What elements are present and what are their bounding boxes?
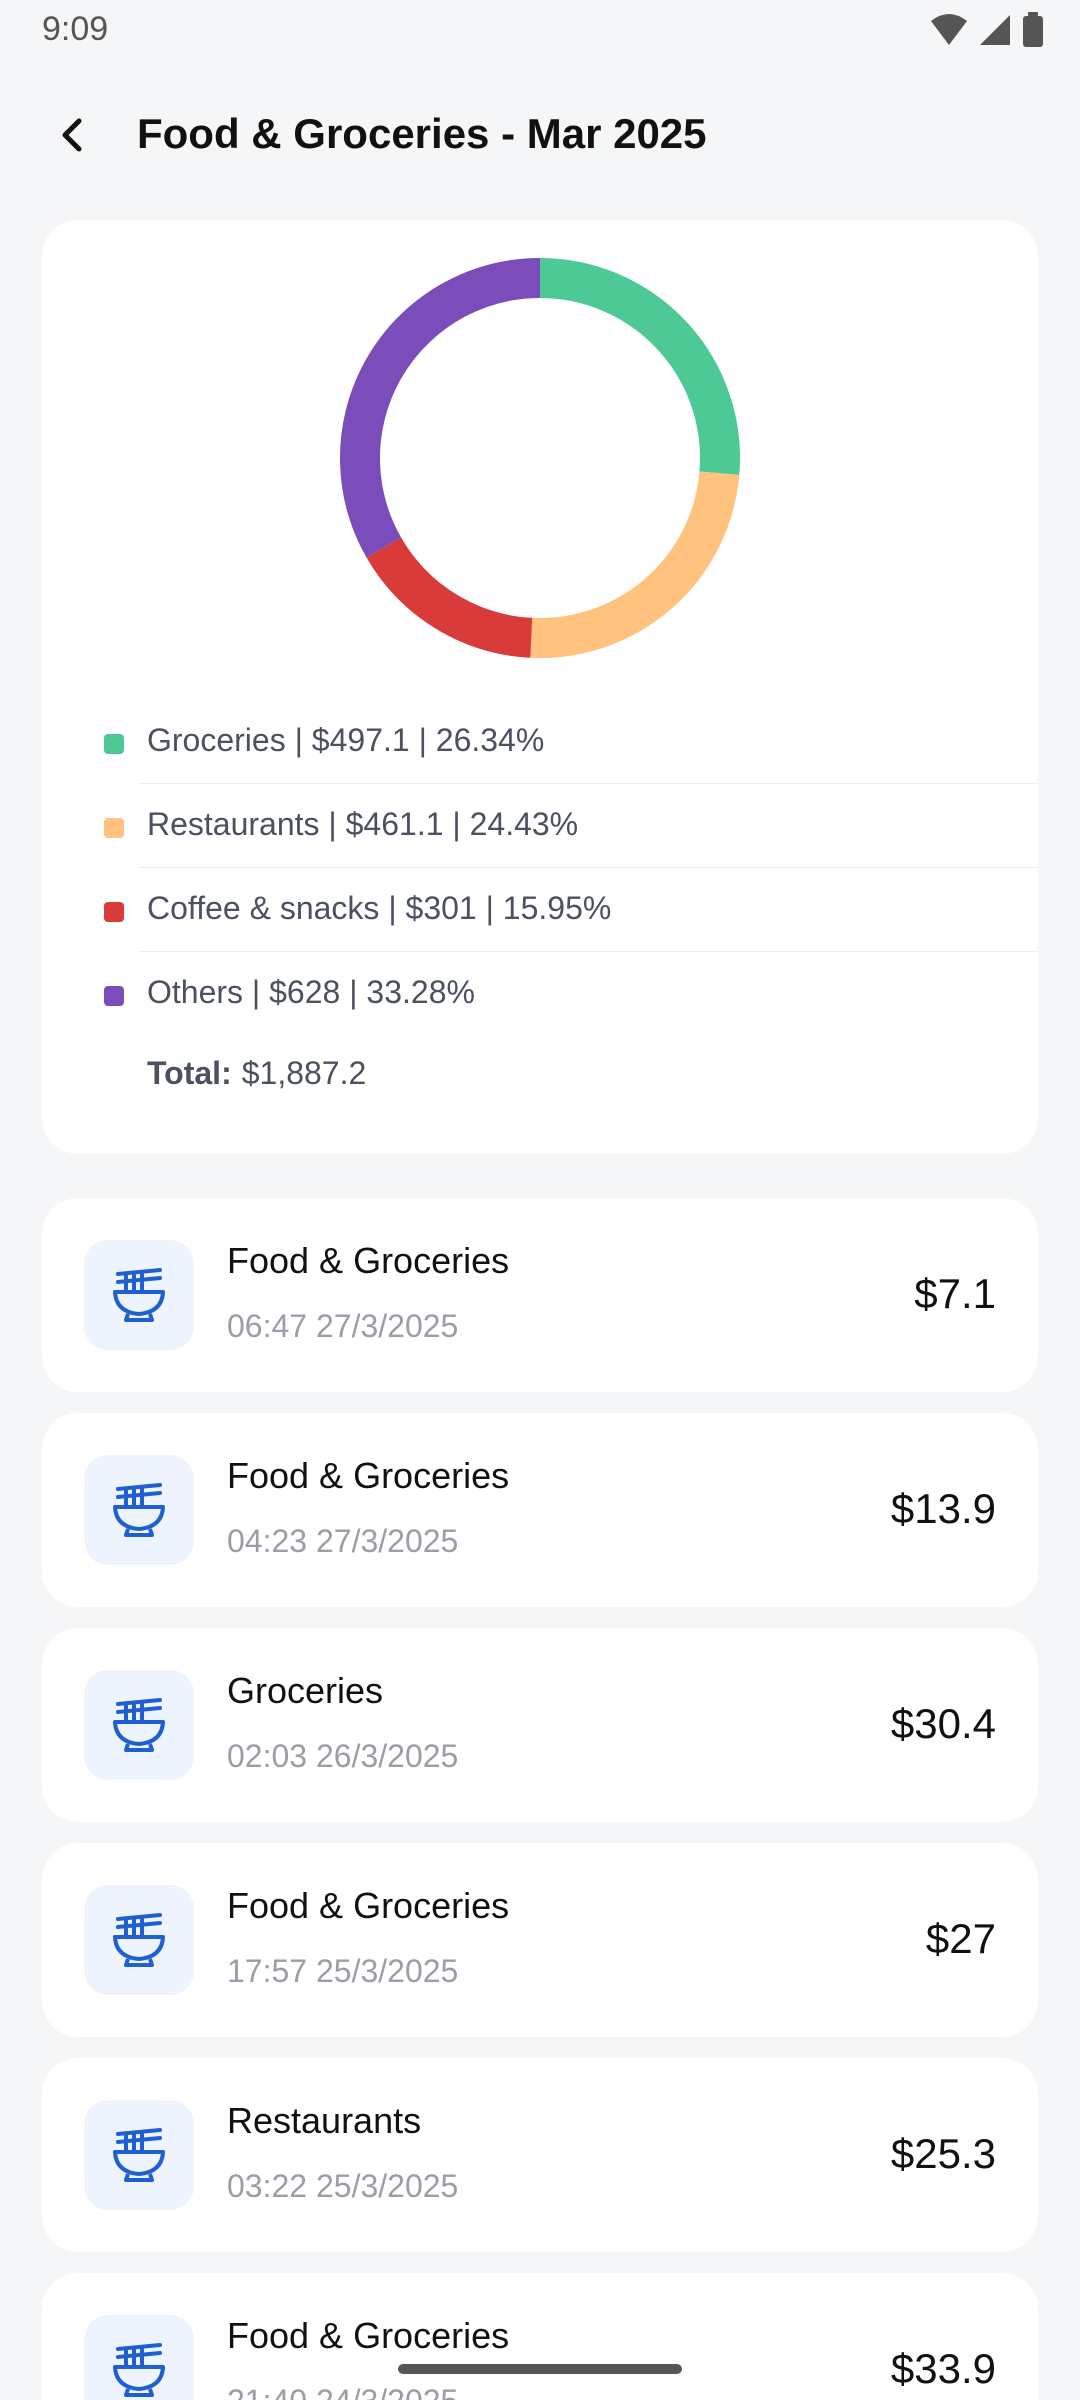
noodle-bowl-icon (113, 2343, 165, 2397)
transaction-amount: $7.1 (914, 1270, 996, 1317)
legend-label: Restaurants | $461.1 | 24.43% (147, 806, 579, 842)
legend-swatch (104, 734, 124, 754)
donut-slice-others (340, 258, 541, 558)
back-button[interactable] (42, 105, 102, 165)
total-row: Total: $1,887.2 (147, 1055, 366, 1092)
transaction-card[interactable]: Food & Groceries 04:23 27/3/2025 $13.9 (42, 1413, 1038, 1607)
transaction-title: Food & Groceries (227, 2315, 510, 2356)
legend-label: Groceries | $497.1 | 26.34% (147, 722, 545, 758)
donut-slice-coffee-snacks (366, 537, 533, 658)
chart-card: Groceries | $497.1 | 26.34% Restaurants … (42, 220, 1038, 1154)
legend-label: Coffee & snacks | $301 | 15.95% (147, 890, 612, 926)
transaction-time: 21:40 24/3/2025 (227, 2383, 458, 2400)
transaction-time: 04:23 27/3/2025 (227, 1523, 459, 1559)
donut-chart (340, 258, 740, 658)
legend-swatch (104, 986, 124, 1006)
transaction-title: Food & Groceries (227, 1240, 510, 1281)
donut-slice-groceries (539, 258, 740, 475)
status-time: 9:09 (42, 10, 109, 48)
transaction-amount: $30.4 (890, 1700, 996, 1747)
transaction-time: 17:57 25/3/2025 (227, 1953, 459, 1989)
transaction-card[interactable]: Food & Groceries 21:40 24/3/2025 $33.9 (42, 2273, 1038, 2400)
cellular-signal-icon (980, 15, 1010, 45)
noodle-bowl-icon (113, 1268, 165, 1322)
status-icons (930, 12, 1044, 48)
home-indicator[interactable] (398, 2364, 682, 2374)
legend-swatch (104, 818, 124, 838)
donut-slice-restaurants (530, 471, 740, 658)
app-bar: Food & Groceries - Mar 2025 (0, 95, 1080, 181)
transaction-title: Food & Groceries (227, 1455, 510, 1496)
back-arrow-icon (62, 118, 82, 152)
wifi-icon (931, 14, 967, 45)
transaction-time: 02:03 26/3/2025 (227, 1738, 459, 1774)
battery-icon (1023, 12, 1043, 47)
legend-item-others: Others | $628 | 33.28% (42, 952, 1038, 1036)
category-icon-container (84, 1885, 194, 1995)
noodle-bowl-icon (113, 1483, 165, 1537)
status-bar: 9:09 (0, 0, 1080, 62)
noodle-bowl-icon (113, 1698, 165, 1752)
total-value: $1,887.2 (241, 1055, 367, 1091)
noodle-bowl-icon (113, 1913, 165, 1967)
page-title: Food & Groceries - Mar 2025 (137, 110, 707, 157)
category-icon-container (84, 1670, 194, 1780)
transaction-amount: $13.9 (890, 1485, 996, 1532)
transaction-card[interactable]: Food & Groceries 06:47 27/3/2025 $7.1 (42, 1198, 1038, 1392)
transaction-card[interactable]: Restaurants 03:22 25/3/2025 $25.3 (42, 2058, 1038, 2252)
transaction-time: 06:47 27/3/2025 (227, 1308, 459, 1344)
legend-item-restaurants: Restaurants | $461.1 | 24.43% (42, 784, 1038, 868)
transaction-amount: $25.3 (890, 2130, 996, 2177)
transaction-amount: $27 (925, 1915, 996, 1962)
category-icon-container (84, 2100, 194, 2210)
transaction-card[interactable]: Food & Groceries 17:57 25/3/2025 $27 (42, 1843, 1038, 2037)
transaction-card[interactable]: Groceries 02:03 26/3/2025 $30.4 (42, 1628, 1038, 1822)
legend-item-groceries: Groceries | $497.1 | 26.34% (42, 700, 1038, 784)
category-icon-container (84, 1455, 194, 1565)
transaction-title: Food & Groceries (227, 1885, 510, 1926)
transaction-title: Groceries (227, 1670, 384, 1711)
transaction-amount: $33.9 (890, 2345, 996, 2392)
category-icon-container (84, 1240, 194, 1350)
category-icon-container (84, 2315, 194, 2400)
legend-swatch (104, 902, 124, 922)
transaction-time: 03:22 25/3/2025 (227, 2168, 459, 2204)
noodle-bowl-icon (113, 2128, 165, 2182)
transaction-title: Restaurants (227, 2100, 422, 2141)
legend-label: Others | $628 | 33.28% (147, 974, 475, 1010)
legend-item-coffee-snacks: Coffee & snacks | $301 | 15.95% (42, 868, 1038, 952)
total-label: Total: (147, 1055, 232, 1091)
